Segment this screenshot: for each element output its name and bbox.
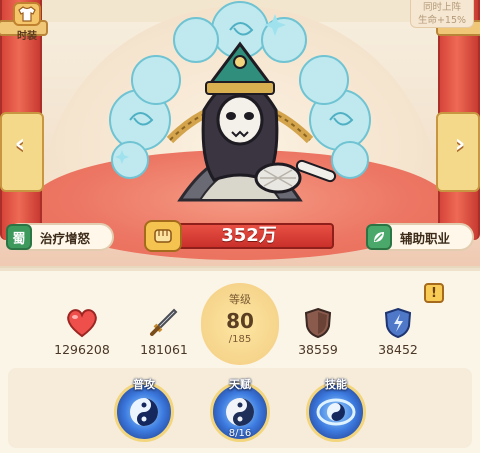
shirt-icon xyxy=(13,2,41,26)
phys-def-value: 38559 xyxy=(298,342,338,357)
level-label: 等级 xyxy=(229,293,251,306)
level-max: /185 xyxy=(228,334,252,345)
leaf-icon xyxy=(366,224,392,250)
skill-label: 天赋 xyxy=(229,378,251,391)
prev-hero-button[interactable]: ‹ xyxy=(4,126,36,162)
fist-icon xyxy=(144,220,182,252)
hero-role-label: 辅助职业 xyxy=(400,230,451,246)
power-banner: 352万 xyxy=(144,220,334,252)
stat-attack[interactable]: 181061 xyxy=(128,306,200,357)
stat-mag-def[interactable]: 38452 xyxy=(362,306,434,357)
stat-hp[interactable]: 1296208 xyxy=(46,306,118,357)
panel-divider xyxy=(0,268,480,271)
level-value: 80 xyxy=(226,309,254,333)
heart-icon xyxy=(64,306,100,340)
hero-feature-label: 治疗增怒 xyxy=(40,230,91,246)
hero-stage: 时装 同时上阵 生命+15% ‹ › 蜀 治疗增怒 352万 辅助职业 xyxy=(0,0,480,268)
chevron-left-icon: ‹ xyxy=(14,129,26,159)
team-bonus: 同时上阵 生命+15% xyxy=(410,0,474,28)
level-badge[interactable]: 等级 80 /185 xyxy=(201,283,279,365)
hero-feature-tag[interactable]: 蜀 治疗增怒 xyxy=(6,223,114,251)
faction-badge: 蜀 xyxy=(6,224,32,250)
mag-def-value: 38452 xyxy=(378,342,418,357)
magic-shield-icon xyxy=(380,306,416,340)
attack-value: 181061 xyxy=(140,342,188,357)
skill-talent[interactable]: 天赋 8/16 xyxy=(208,376,272,446)
skill-label: 普攻 xyxy=(133,378,155,391)
hp-value: 1296208 xyxy=(54,342,110,357)
shield-icon xyxy=(300,306,336,340)
sword-icon xyxy=(146,306,182,340)
skill-basic-attack[interactable]: 普攻 xyxy=(112,376,176,446)
skill-label: 技能 xyxy=(325,378,347,391)
bonus-line-2: 生命+15% xyxy=(417,15,467,26)
bonus-line-1: 同时上阵 xyxy=(422,2,461,13)
info-icon[interactable]: ! xyxy=(424,283,444,303)
next-hero-button[interactable]: › xyxy=(444,126,476,162)
talent-progress: 8/16 xyxy=(228,428,252,439)
stat-phys-def[interactable]: 38559 xyxy=(282,306,354,357)
costume-label: 时装 xyxy=(17,31,37,42)
chevron-right-icon: › xyxy=(454,129,466,159)
hero-role-tag[interactable]: 辅助职业 xyxy=(366,223,474,251)
hero-portrait[interactable] xyxy=(100,0,380,220)
skill-active[interactable]: 技能 xyxy=(304,376,368,446)
power-value: 352万 xyxy=(221,225,277,246)
costume-button[interactable]: 时装 xyxy=(6,2,48,42)
